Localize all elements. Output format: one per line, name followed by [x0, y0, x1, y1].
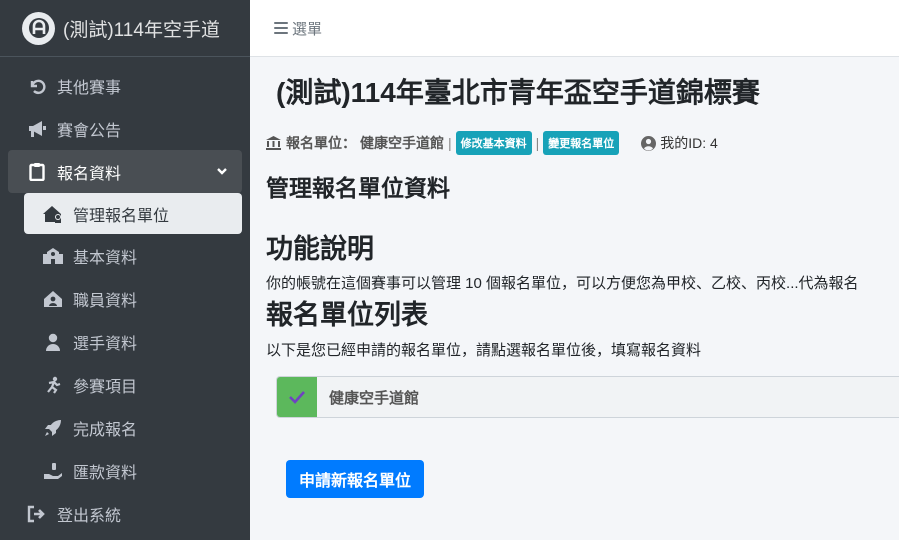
- sidebar-item-label: 參賽項目: [73, 378, 138, 396]
- sidebar-item-remittance[interactable]: 匯款資料: [0, 449, 250, 492]
- sidebar-item-label: 職員資料: [73, 292, 138, 310]
- sidebar-item-manage-units[interactable]: 管理報名單位: [24, 193, 242, 234]
- house-staff-icon: [42, 289, 64, 309]
- school-icon: [42, 246, 64, 266]
- undo-icon: [26, 76, 48, 96]
- my-id-text: 我的ID: 4: [660, 135, 718, 151]
- sidebar-item-label: 其他賽事: [57, 79, 122, 97]
- change-unit-badge[interactable]: 變更報名單位: [543, 131, 620, 155]
- sidebar-item-staff[interactable]: 職員資料: [0, 277, 250, 320]
- sidebar-item-events[interactable]: 參賽項目: [0, 363, 250, 406]
- rocket-icon: [42, 418, 64, 438]
- separator: |: [535, 135, 540, 151]
- running-icon: [42, 375, 64, 395]
- sign-out-icon: [26, 504, 48, 524]
- manage-heading: 管理報名單位資料: [266, 175, 450, 201]
- check-icon: [277, 377, 317, 417]
- menu-toggle-label: 選單: [292, 20, 323, 38]
- unit-label: 報名單位：: [286, 135, 356, 151]
- user-circle-icon: [641, 135, 657, 151]
- sidebar-item-logout[interactable]: 登出系統: [0, 492, 250, 535]
- sidebar-item-other-events[interactable]: 其他賽事: [0, 64, 250, 107]
- unit-name: 健康空手道館: [360, 135, 444, 151]
- function-description: 你的帳號在這個賽事可以管理 10 個報名單位，可以方便您為甲校、乙校、丙校...…: [266, 275, 859, 292]
- institution-icon: [266, 136, 281, 150]
- main-content: (測試)114年臺北市青年盃空手道錦標賽 報名單位： 健康空手道館 | 修改基本…: [250, 57, 899, 540]
- sidebar-item-basic-info[interactable]: 基本資料: [0, 234, 250, 277]
- my-id: 我的ID: 4: [641, 133, 718, 153]
- brand-logo-icon: [22, 11, 55, 45]
- unit-list-item[interactable]: 健康空手道館: [276, 376, 899, 418]
- sidebar-item-label: 匯款資料: [73, 464, 138, 482]
- sidebar-item-label: 基本資料: [73, 249, 138, 267]
- chevron-down-icon: [216, 164, 228, 182]
- apply-new-unit-button[interactable]: 申請新報名單位: [286, 460, 424, 498]
- sidebar-item-players[interactable]: 選手資料: [0, 320, 250, 363]
- sidebar-item-label: 賽會公告: [57, 122, 122, 140]
- sidebar-nav: 其他賽事 賽會公告 報名資料 管理報名單位 基本資料 職員資料 選手資料 參賽項…: [0, 57, 250, 535]
- unit-list-description: 以下是您已經申請的報名單位，請點選報名單位後，填寫報名資料: [266, 342, 702, 359]
- sidebar-item-complete[interactable]: 完成報名: [0, 406, 250, 449]
- brand-title: (測試)114年空手道: [63, 19, 220, 41]
- sidebar: (測試)114年空手道 其他賽事 賽會公告 報名資料 管理報名單位 基本資料 職…: [0, 0, 250, 540]
- hamburger-icon: [274, 22, 288, 34]
- hand-coin-icon: [42, 461, 64, 481]
- sidebar-item-label: 管理報名單位: [73, 207, 170, 225]
- sidebar-item-announcements[interactable]: 賽會公告: [0, 107, 250, 150]
- top-navbar: 選單: [250, 0, 899, 57]
- house-user-icon: [42, 204, 64, 224]
- sidebar-item-label: 登出系統: [57, 507, 122, 525]
- brand-link[interactable]: (測試)114年空手道: [0, 0, 250, 57]
- edit-basic-info-badge[interactable]: 修改基本資料: [455, 131, 532, 155]
- separator: |: [448, 135, 452, 151]
- menu-toggle-button[interactable]: 選單: [274, 18, 322, 39]
- unit-info-bar: 報名單位： 健康空手道館 | 修改基本資料 | 變更報名單位 我的ID: 4: [266, 131, 718, 155]
- unit-list-heading: 報名單位列表: [266, 300, 428, 330]
- sidebar-item-label: 完成報名: [73, 421, 138, 439]
- function-heading: 功能說明: [266, 234, 374, 264]
- clipboard-icon: [26, 162, 48, 182]
- unit-list-item-name: 健康空手道館: [329, 389, 420, 407]
- sidebar-item-registration[interactable]: 報名資料: [8, 150, 242, 193]
- page-title: (測試)114年臺北市青年盃空手道錦標賽: [276, 77, 760, 108]
- user-icon: [42, 332, 64, 352]
- sidebar-item-label: 選手資料: [73, 335, 138, 353]
- sidebar-item-label: 報名資料: [57, 165, 122, 183]
- bullhorn-icon: [26, 119, 48, 139]
